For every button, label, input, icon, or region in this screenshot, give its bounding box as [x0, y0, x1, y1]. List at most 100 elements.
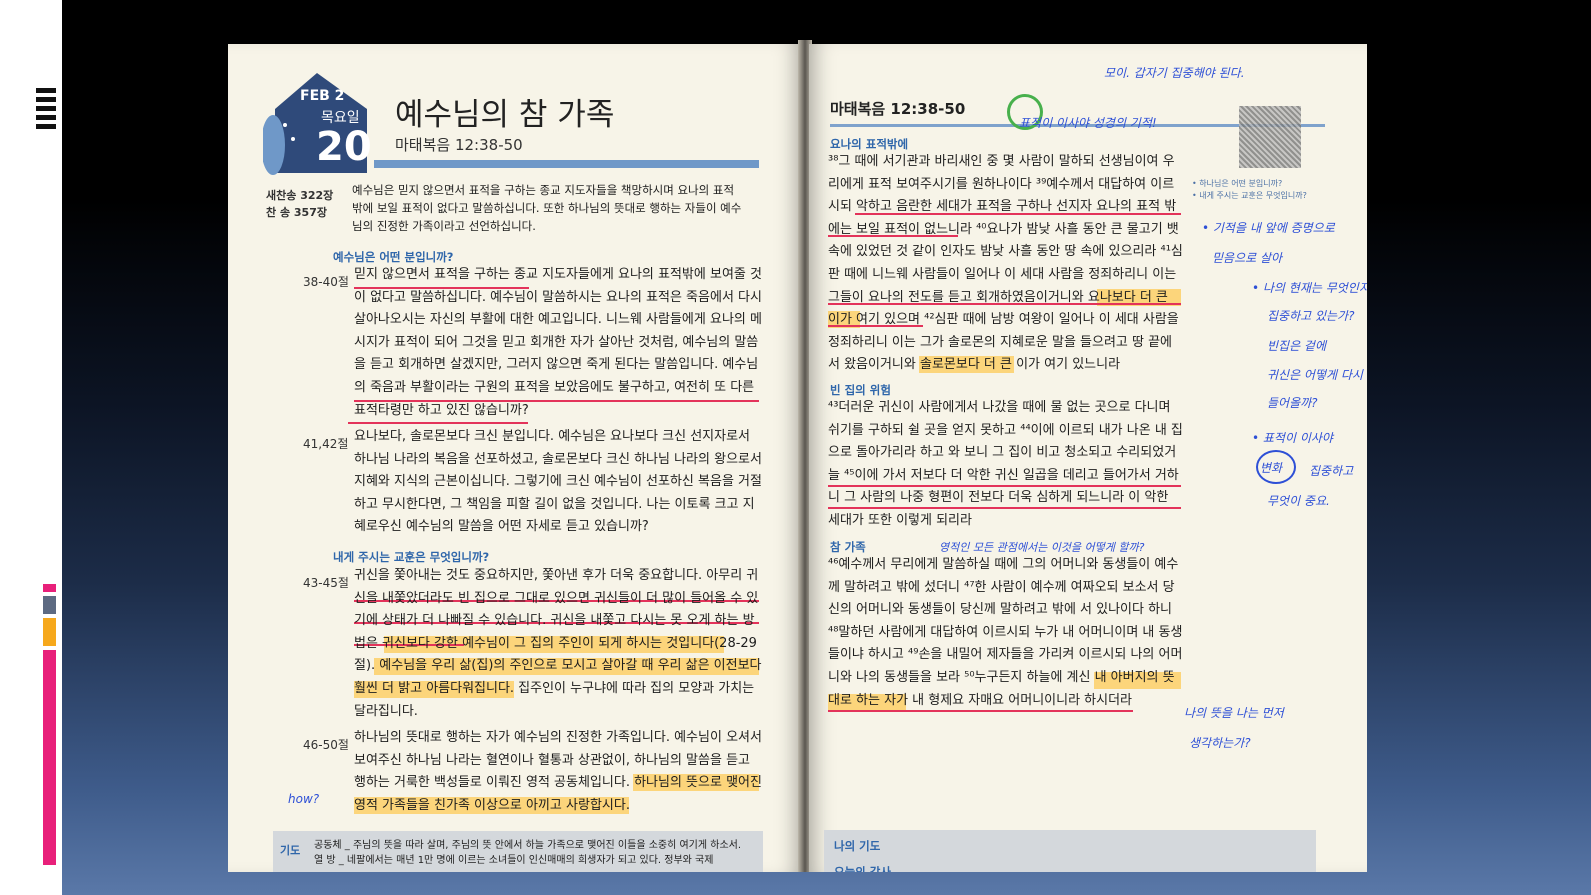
scripture-line: 리에게 표적 보여주시기를 원하나이다 ³⁹예수께서 대답하여 이르 [828, 176, 1175, 192]
commentary-line: 기에 상태가 더 나빠질 수 있습니다. 귀신을 내쫓고 다시는 못 오게 하는… [354, 613, 755, 629]
scripture-line: ⁴³더러운 귀신이 사람에게서 나갔을 때에 물 없는 곳으로 다니며 [828, 400, 1171, 415]
scripture-line: ³⁸그 때에 서기관과 바리새인 중 몇 사람이 말하되 선생님이여 우 [828, 154, 1175, 169]
scripture-line: 이가 여기 있으며 ⁴²심판 때에 남방 여왕이 일어나 이 세대 사람을 [828, 312, 1179, 328]
commentary-line: 시지가 표적이 되어 그것을 믿고 회개한 자가 살아난 것처럼, 예수님의 말… [354, 334, 759, 350]
scripture-line: 니와 나의 동생들을 보라 ⁵⁰누구든지 하늘에 계신 내 아버지의 뜻 [828, 669, 1175, 685]
today-thanks-label: 오늘의 감사 [834, 865, 891, 872]
scripture-line: 정죄하리니 이는 그가 솔로몬의 지혜로운 말을 들으려고 땅 끝에 [828, 334, 1173, 350]
handwritten-note: 변화 [1260, 461, 1283, 475]
commentary-line: 하나님의 뜻대로 행하는 자가 예수님의 진정한 가족입니다. 예수님이 오셔서 [354, 730, 762, 745]
intro-line: 예수님은 믿지 않으면서 표적을 구하는 종교 지도자들을 책망하시며 요나의 … [352, 183, 735, 197]
scripture-line: 늘 ⁴⁵이에 가서 저보다 더 악한 귀신 일곱을 데리고 들어가서 거하 [828, 467, 1179, 483]
handwritten-note: 집중하고 [1309, 464, 1354, 478]
my-prayer-box [824, 830, 1316, 872]
commentary-line: 훨씬 더 밝고 아름다워집니다. 집주인이 누구냐에 따라 집의 모양과 가치는 [354, 680, 755, 696]
handwritten-note: 귀신은 어떻게 다시 [1267, 368, 1363, 382]
accent-strip-pink-top [43, 584, 56, 592]
handwritten-note: 모이. 갑자기 집중해야 된다. [1104, 66, 1245, 80]
side-question: • 내게 주시는 교훈은 무엇입니까? [1192, 191, 1307, 200]
handwritten-note: • 표적이 이사야 [1252, 431, 1333, 445]
title-underline-bar [374, 160, 759, 168]
accent-strip-pink [43, 650, 56, 865]
commentary-41-42: 요나보다, 솔로몬보다 크신 분입니다. 예수님은 요나보다 크신 선지자로서 … [354, 426, 762, 539]
commentary-line: 보여주신 하나님 나라는 혈연이나 혈통과 상관없이, 하나님의 말씀을 듣고 [354, 752, 750, 768]
date-house-badge: FEB 2 목요일 20 [261, 69, 372, 177]
prayer-text: 공동체 _ 주님의 뜻을 따라 살며, 주님의 뜻 안에서 하늘 가족으로 맺어… [314, 838, 741, 868]
intro-line: 님의 진정한 가족이라고 선언하십니다. [352, 219, 536, 233]
left-page: FEB 2 목요일 20 예수님의 참 가족 마태복음 12:38-50 새찬송… [228, 44, 801, 872]
commentary-line: 의 죽음과 부활이라는 구원의 표적을 보았음에도 불구하고, 여전히 또 다른 [354, 379, 755, 395]
side-question: • 하나님은 어떤 분입니까? [1192, 179, 1283, 188]
scripture-line: 에는 보일 표적이 없느니라 ⁴⁰요나가 밤낮 사흘 동안 큰 물고기 뱃 [828, 221, 1179, 237]
scripture-line: 판 때에 니느웨 사람들이 일어나 이 세대 사람을 정죄하리니 이는 [828, 266, 1177, 282]
scripture-reference: 마태복음 12:38-50 [395, 136, 523, 154]
scripture-line: 께 말하려고 밖에 섰더니 ⁴⁷한 사람이 예수께 여짜오되 보소서 당 [828, 579, 1175, 595]
handwritten-note: 들어올까? [1267, 396, 1318, 410]
red-underline [348, 422, 528, 424]
commentary-line: 지혜와 지식의 근본이십니다. 그렇기에 크신 예수님이 선포하신 복음을 거절 [354, 474, 762, 490]
commentary-line: 법은 귀신보다 강한 예수님이 그 집의 주인이 되게 하시는 것입니다(28-… [354, 635, 757, 651]
handwritten-note: 나의 뜻을 나는 먼저 [1184, 706, 1284, 720]
scripture-43-45: ⁴³더러운 귀신이 사람에게서 나갔을 때에 물 없는 곳으로 다니며 쉬기를 … [828, 397, 1183, 533]
scripture-line: 니 그 사람의 나중 형편이 전보다 더욱 심하게 되느니라 이 악한 [828, 490, 1169, 506]
prayer-line: 공동체 _ 주님의 뜻을 따라 살며, 주님의 뜻 안에서 하늘 가족으로 맺어… [314, 840, 742, 851]
verse-number: 43-45절 [303, 576, 349, 590]
verse-number: 46-50절 [303, 738, 349, 752]
commentary-38-40: 믿지 않으면서 표적을 구하는 종교 지도자들에게 요나의 표적밖에 보여줄 것… [354, 264, 762, 422]
commentary-line: 이 없다고 말씀하십니다. 예수님이 말씀하시는 요나의 표적은 죽음에서 다시 [354, 289, 762, 305]
scripture-line: 서 왔음이거니와 솔로몬보다 더 큰 이가 여기 있느니라 [828, 357, 1121, 373]
accent-strip-orange [43, 618, 56, 646]
commentary-line: 신을 내쫓았더라도 빈 집으로 그대로 있으면 귀신들이 더 많이 들어올 수 … [354, 590, 759, 606]
commentary-46-50: 하나님의 뜻대로 행하는 자가 예수님의 진정한 가족입니다. 예수님이 오셔서… [354, 727, 762, 817]
commentary-line: 귀신을 쫓아내는 것도 중요하지만, 쫓아낸 후가 더욱 중요합니다. 아무리 … [354, 568, 759, 583]
prayer-label: 기도 [280, 844, 301, 857]
handwritten-note: 영적인 모든 관점에서는 이것을 어떻게 할까? [939, 541, 1145, 554]
commentary-43-45: 귀신을 쫓아내는 것도 중요하지만, 쫓아낸 후가 더욱 중요합니다. 아무리 … [354, 565, 762, 723]
date-day: 20 [316, 124, 372, 170]
handwritten-note: how? [288, 792, 320, 806]
qr-code-icon [1239, 106, 1301, 168]
hymn-old: 찬 송 357장 [266, 206, 327, 219]
right-page: 마태복음 12:38-50 • 하나님은 어떤 분입니까? • 내게 주시는 교… [809, 44, 1367, 872]
scripture-line: 속에 있었던 것 같이 인자도 밤낮 사흘 동안 땅 속에 있으리라 ⁴¹심 [828, 244, 1183, 260]
my-prayer-label: 나의 기도 [834, 839, 881, 853]
side-questions: • 하나님은 어떤 분입니까? • 내게 주시는 교훈은 무엇입니까? [1192, 178, 1307, 202]
commentary-line: 살아나오시는 자신의 부활에 대한 예고입니다. 니느웨 사람들에게 요나의 메 [354, 312, 762, 328]
handwritten-note: 집중하고 있는가? [1267, 309, 1355, 323]
section-heading: 참 가족 [830, 540, 866, 554]
commentary-line: 절). 예수님을 우리 삶(집)의 주인으로 모시고 살아갈 때 우리 삶은 이… [354, 658, 762, 674]
intro-text: 예수님은 믿지 않으면서 표적을 구하는 종교 지도자들을 책망하시며 요나의 … [352, 181, 741, 235]
scripture-line: 들이냐 하시고 ⁴⁹손을 내밀어 제자들을 가리켜 이르시되 나의 어머 [828, 647, 1183, 663]
scripture-line: ⁴⁸말하던 사람에게 대답하여 이르시되 누가 내 어머니이며 내 동생 [828, 624, 1183, 640]
verse-number: 38-40절 [303, 275, 349, 289]
scripture-line: 시되 악하고 음란한 세대가 표적을 구하나 선지자 요나의 표적 밖 [828, 199, 1177, 215]
scripture-line: 신의 어머니와 동생들이 당신께 말하려고 밖에 서 있나이다 하니 [828, 602, 1173, 618]
handwritten-note: 믿음으로 살아 [1212, 251, 1283, 265]
section-heading: 빈 집의 위험 [830, 383, 891, 397]
commentary-line: 요나보다, 솔로몬보다 크신 분입니다. 예수님은 요나보다 크신 선지자로서 [354, 429, 750, 444]
section-heading: 요나의 표적밖에 [830, 137, 909, 151]
commentary-line: 혜로우신 예수님의 말씀을 어떤 자세로 듣고 있습니까? [354, 519, 649, 535]
commentary-line: 영적 가족들을 친가족 이상으로 아끼고 사랑합시다. [354, 797, 630, 813]
commentary-line: 믿지 않으면서 표적을 구하는 종교 지도자들에게 요나의 표적밖에 보여줄 것 [354, 267, 762, 282]
commentary-line: 표적타령만 하고 있진 않습니까? [354, 402, 529, 418]
commentary-line: 하고 무시한다면, 그 책임을 피할 길이 없을 것입니다. 나는 이토록 크고… [354, 496, 755, 512]
scripture-line: ⁴⁶예수께서 무리에게 말씀하실 때에 그의 어머니와 동생들이 예수 [828, 557, 1179, 572]
date-month: FEB 2 [300, 88, 345, 104]
scripture-reference: 마태복음 12:38-50 [830, 100, 966, 118]
scripture-line: 대로 하는 자가 내 형제요 자매요 어머니이니라 하시더라 [828, 692, 1133, 708]
handwritten-note: 생각하는가? [1189, 736, 1251, 750]
commentary-line: 달라집니다. [354, 703, 418, 719]
handwritten-note: 무엇이 중요. [1267, 494, 1330, 508]
handwritten-note: • 기적을 내 앞에 증명으로 [1202, 221, 1335, 235]
handwritten-note: 빈집은 겉에 [1267, 339, 1327, 353]
commentary-line: 하나님 나라의 복음을 선포하셨고, 솔로몬보다 크신 하나님 나라의 왕으로서 [354, 451, 762, 467]
prayer-line: 열 방 _ 네팔에서는 매년 1만 명에 이르는 소녀들이 인신매매의 희생자가… [314, 855, 714, 866]
handwritten-note: • 나의 현재는 무엇인지 [1252, 281, 1367, 295]
commentary-line: 을 듣고 회개하면 살겠지만, 그러지 않으면 죽게 된다는 말씀입니다. 예수… [354, 357, 759, 373]
menu-icon[interactable] [36, 88, 62, 136]
page-title: 예수님의 참 가족 [395, 97, 615, 133]
hymn-new: 새찬송 322장 [266, 189, 334, 202]
intro-line: 밖에 보일 표적이 없다고 말씀하십니다. 또한 하나님의 뜻대로 행하는 자들… [352, 201, 742, 215]
verse-number: 41,42절 [303, 437, 349, 451]
